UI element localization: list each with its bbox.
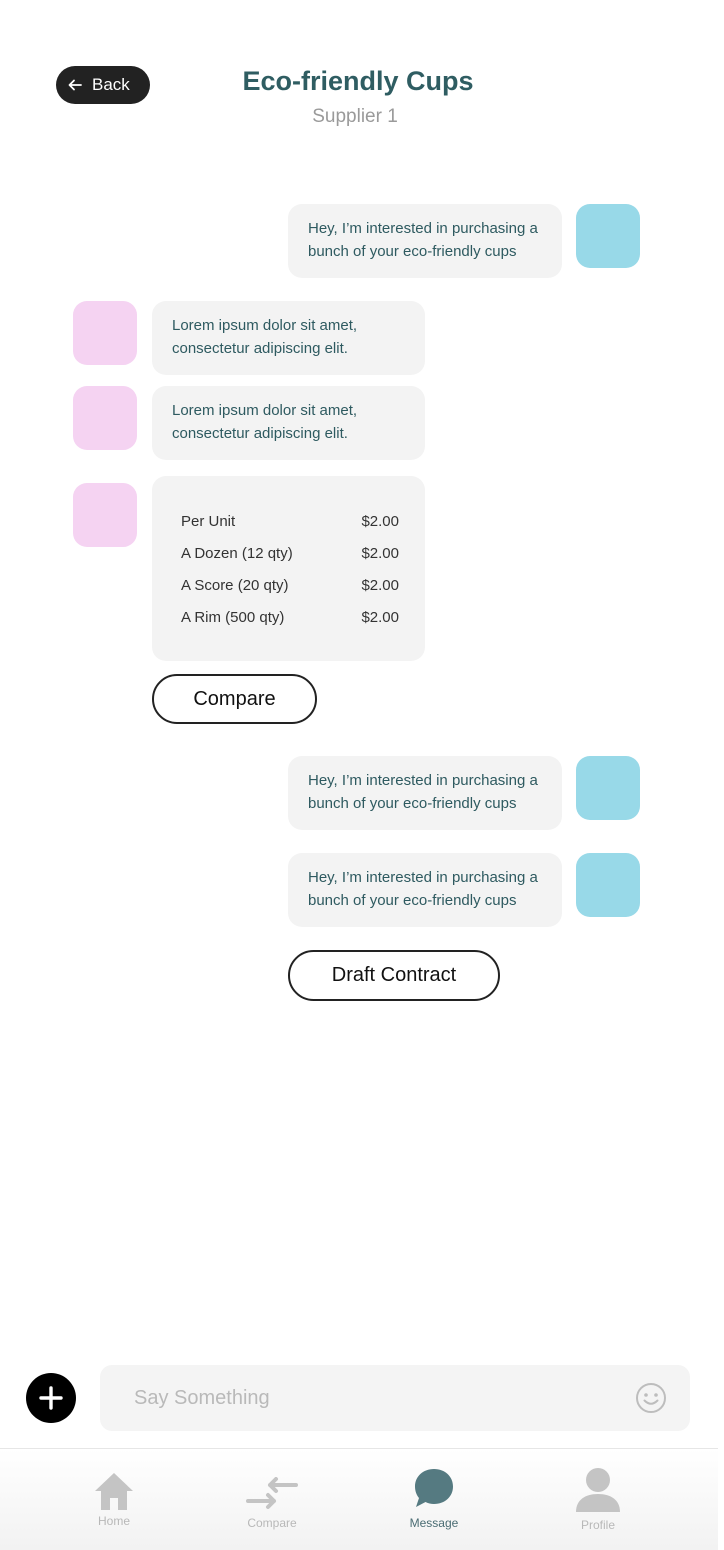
page-title-text: Eco-friendly Cups <box>242 66 474 96</box>
add-attachment-button[interactable] <box>26 1373 76 1423</box>
emoji-icon[interactable] <box>635 1382 667 1414</box>
price-label: A Rim (500 qty) <box>181 609 285 626</box>
message-bubble-received: Lorem ipsum dolor sit amet, consectetur … <box>152 301 425 375</box>
nav-label: Profile <box>580 1518 615 1532</box>
price-label: A Dozen (12 qty) <box>181 545 293 562</box>
price-value: $2.00 <box>361 577 399 594</box>
avatar <box>576 756 640 820</box>
bottom-nav: Home Compare Message Profile <box>0 1448 718 1550</box>
message-bubble-sent: Hey, I’m interested in purchasing a bunc… <box>288 853 562 927</box>
avatar <box>576 204 640 268</box>
message-composer <box>100 1365 690 1431</box>
nav-item-home[interactable]: Home <box>59 1449 169 1550</box>
price-row: Per Unit $2.00 <box>181 512 399 544</box>
nav-item-message[interactable]: Message <box>379 1449 489 1550</box>
price-label: Per Unit <box>181 513 236 530</box>
page-subtitle: Supplier 1 <box>312 106 398 127</box>
message-bubble-received: Lorem ipsum dolor sit amet, consectetur … <box>152 386 425 460</box>
draft-contract-button[interactable]: Draft Contract <box>288 950 500 1001</box>
user-icon <box>576 1468 620 1512</box>
price-value: $2.00 <box>361 513 399 530</box>
price-row: A Score (20 qty) $2.00 <box>181 576 399 608</box>
avatar <box>576 853 640 917</box>
nav-item-profile[interactable]: Profile <box>543 1449 653 1550</box>
price-value: $2.00 <box>361 609 399 626</box>
avatar <box>73 483 137 547</box>
page-title: Eco-friendly Cups <box>0 66 724 97</box>
compare-button[interactable]: Compare <box>152 674 317 724</box>
pricing-bubble: Per Unit $2.00 A Dozen (12 qty) $2.00 A … <box>152 476 425 661</box>
plus-icon <box>39 1386 63 1410</box>
avatar <box>73 386 137 450</box>
chat-bubble-icon <box>415 1469 453 1507</box>
message-bubble-sent: Hey, I’m interested in purchasing a bunc… <box>288 756 562 830</box>
price-row: A Rim (500 qty) $2.00 <box>181 608 399 640</box>
message-input[interactable] <box>134 1383 614 1413</box>
price-value: $2.00 <box>361 545 399 562</box>
nav-item-compare[interactable]: Compare <box>217 1449 327 1550</box>
nav-label: Message <box>409 1516 459 1530</box>
home-icon <box>95 1473 133 1510</box>
price-row: A Dozen (12 qty) $2.00 <box>181 544 399 576</box>
nav-label: Home <box>97 1514 130 1528</box>
avatar <box>73 301 137 365</box>
nav-label: Compare <box>247 1516 297 1530</box>
compare-arrows-icon <box>246 1477 298 1509</box>
price-label: A Score (20 qty) <box>181 577 289 594</box>
message-bubble-sent: Hey, I’m interested in purchasing a bunc… <box>288 204 562 278</box>
